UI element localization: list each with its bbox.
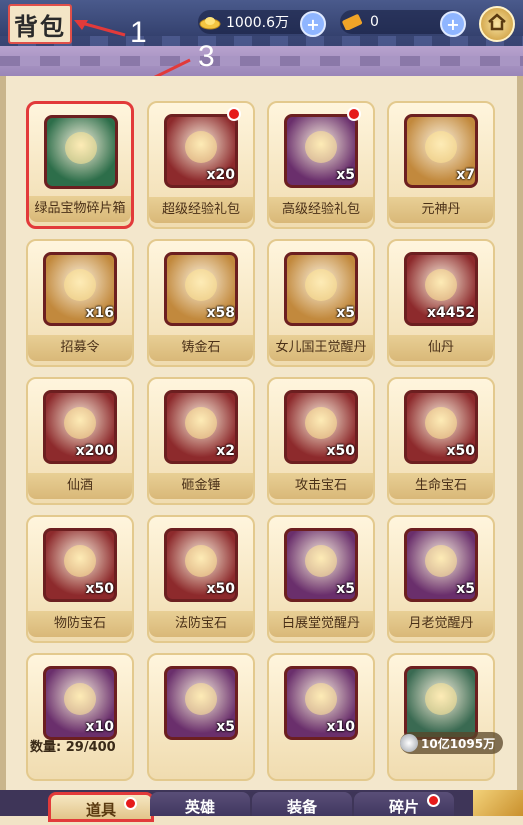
- capacity-label: 数量:: [30, 740, 62, 755]
- item-label: 超级经验礼包: [149, 197, 253, 223]
- item-count: x50: [85, 581, 114, 597]
- item-count: x5: [456, 581, 475, 597]
- item-card[interactable]: x58 铸金石: [147, 239, 255, 367]
- item-label: 绿品宝物碎片箱: [29, 196, 131, 222]
- annotation-1: 1: [130, 16, 147, 49]
- item-count: x58: [206, 305, 235, 321]
- wine-pot-icon-shape: [64, 407, 96, 439]
- item-count: x2: [216, 443, 235, 459]
- item-label: 仙丹: [389, 335, 493, 361]
- hero-portrait-icon-shape: [425, 545, 457, 577]
- bottom-tabs: 道具 英雄 装备 碎片: [0, 790, 523, 822]
- yellow-gem-icon-shape: [64, 545, 96, 577]
- tab-2[interactable]: 装备: [252, 792, 352, 816]
- hammer-icon-shape: [185, 407, 217, 439]
- item-card[interactable]: x5 高级经验礼包: [267, 101, 375, 229]
- item-label: 砸金锤: [149, 473, 253, 499]
- item-label: 仙酒: [28, 473, 132, 499]
- tab-3[interactable]: 碎片: [354, 792, 454, 816]
- item-count: x7: [456, 167, 475, 183]
- hero-portrait-icon-shape: [64, 683, 96, 715]
- item-card[interactable]: x10: [267, 653, 375, 781]
- capacity-value: 29/400: [65, 740, 116, 755]
- tab-1[interactable]: 英雄: [150, 792, 250, 816]
- coin-balance: 10亿1095万: [400, 732, 504, 754]
- gift-box-icon-shape: [305, 131, 337, 163]
- item-label: 招募令: [28, 335, 132, 361]
- new-item-badge: [347, 107, 361, 121]
- hero-portrait-icon-shape: [305, 545, 337, 577]
- tab-badge: [427, 794, 440, 807]
- hero-portrait-icon-shape: [305, 683, 337, 715]
- item-card[interactable]: x5 女儿国王觉醒丹: [267, 239, 375, 367]
- item-card[interactable]: x4452 仙丹: [387, 239, 495, 367]
- inventory-footer: 数量: 29/400: [30, 736, 116, 755]
- item-label: 法防宝石: [149, 611, 253, 637]
- item-card[interactable]: x5 月老觉醒丹: [387, 515, 495, 643]
- tab-badge: [124, 797, 137, 810]
- item-card[interactable]: x50 法防宝石: [147, 515, 255, 643]
- gold-crystal-icon-shape: [185, 269, 217, 301]
- item-label: 高级经验礼包: [269, 197, 373, 223]
- purple-orb-icon-shape: [425, 131, 457, 163]
- blue-gem-icon-shape: [185, 545, 217, 577]
- gift-box-icon-shape: [185, 131, 217, 163]
- item-card[interactable]: 绿品宝物碎片箱: [26, 101, 134, 229]
- item-card[interactable]: x20 超级经验礼包: [147, 101, 255, 229]
- red-gem-icon-shape: [305, 407, 337, 439]
- item-count: x5: [216, 719, 235, 735]
- hero-portrait-icon-shape: [185, 683, 217, 715]
- tabs-corner-decoration: [473, 790, 523, 816]
- item-label: 女儿国王觉醒丹: [269, 335, 373, 361]
- item-count: x4452: [427, 305, 475, 321]
- item-count: x50: [206, 581, 235, 597]
- item-label: 元神丹: [389, 197, 493, 223]
- item-card[interactable]: x200 仙酒: [26, 377, 134, 505]
- item-count: x200: [75, 443, 114, 459]
- tab-0[interactable]: 道具: [48, 792, 154, 822]
- tab-label: 碎片: [388, 798, 419, 816]
- item-label: 铸金石: [149, 335, 253, 361]
- item-label: 月老觉醒丹: [389, 611, 493, 637]
- item-count: x20: [206, 167, 235, 183]
- item-card[interactable]: x7 元神丹: [387, 101, 495, 229]
- item-card[interactable]: x5 白展堂觉醒丹: [267, 515, 375, 643]
- item-card[interactable]: x50 攻击宝石: [267, 377, 375, 505]
- green-treasure-chest-icon-shape: [65, 132, 97, 164]
- green-gem-icon-shape: [425, 407, 457, 439]
- silver-coin-icon: [400, 734, 418, 752]
- item-label: 攻击宝石: [269, 473, 373, 499]
- item-count: x50: [446, 443, 475, 459]
- item-count: x10: [326, 719, 355, 735]
- coin-amount: 10亿1095万: [421, 736, 496, 751]
- arena-chip-icon: [404, 666, 478, 740]
- hero-portrait-icon-shape: [305, 269, 337, 301]
- recruit-scroll-icon-shape: [64, 269, 96, 301]
- item-count: x5: [336, 305, 355, 321]
- elixir-icon-shape: [425, 269, 457, 301]
- item-label: 生命宝石: [389, 473, 493, 499]
- item-card[interactable]: x5: [147, 653, 255, 781]
- tab-label: 道具: [85, 801, 116, 819]
- item-count: x50: [326, 443, 355, 459]
- item-label: 白展堂觉醒丹: [269, 611, 373, 637]
- green-treasure-chest-icon: [44, 115, 118, 189]
- item-card[interactable]: x10: [26, 653, 134, 781]
- item-count: x10: [85, 719, 114, 735]
- item-card[interactable]: [387, 653, 495, 781]
- item-card[interactable]: x16 招募令: [26, 239, 134, 367]
- item-label: 物防宝石: [28, 611, 132, 637]
- item-card[interactable]: x2 砸金锤: [147, 377, 255, 505]
- item-count: x5: [336, 167, 355, 183]
- arena-chip-icon-shape: [425, 683, 457, 715]
- item-count: x16: [85, 305, 114, 321]
- annotation-3: 3: [198, 40, 215, 73]
- new-item-badge: [227, 107, 241, 121]
- item-card[interactable]: x50 生命宝石: [387, 377, 495, 505]
- tab-label: 英雄: [184, 798, 215, 816]
- item-count: x5: [336, 581, 355, 597]
- item-card[interactable]: x50 物防宝石: [26, 515, 134, 643]
- tab-label: 装备: [286, 798, 317, 816]
